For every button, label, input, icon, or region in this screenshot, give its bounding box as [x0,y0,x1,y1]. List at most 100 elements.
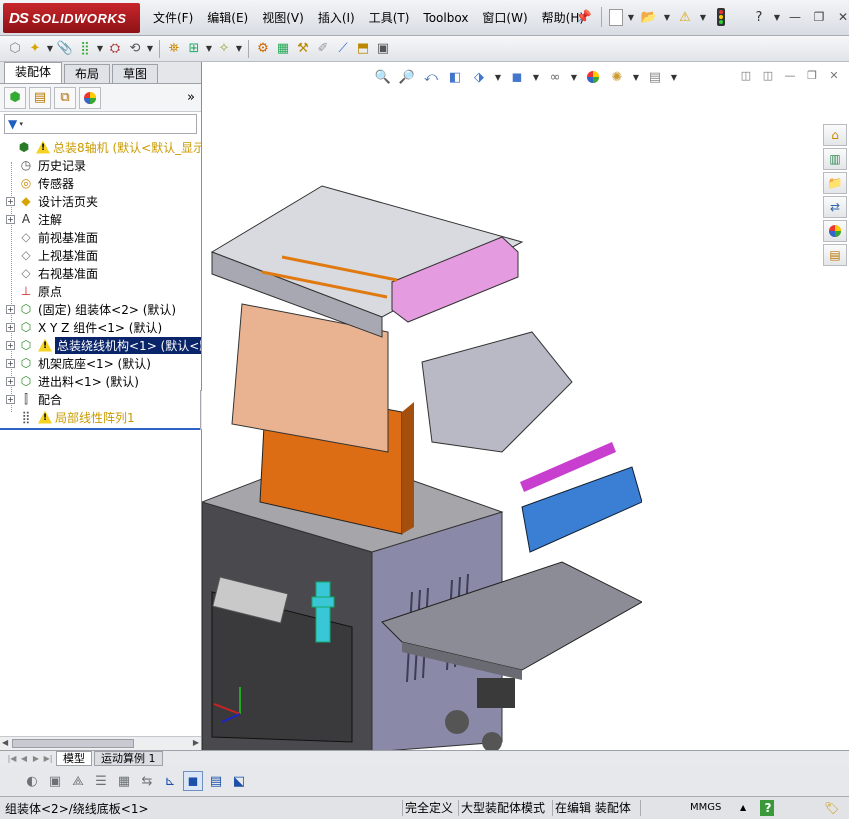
doc-restore-icon[interactable]: ❐ [805,69,819,82]
bill-of-materials-icon[interactable]: ▦ [274,40,292,58]
more-tabs-icon[interactable]: » [187,90,195,105]
caret-icon[interactable]: ▼ [96,44,104,53]
first-tab-icon[interactable]: |◀ [6,753,18,765]
caret-icon[interactable]: ▼ [632,73,640,82]
expand-icon[interactable]: + [6,196,15,206]
traffic-light-icon[interactable] [711,7,731,27]
grid-view-icon[interactable]: ▤ [206,771,226,791]
status-units-caret-icon[interactable]: ▲ [738,800,746,816]
reference-geometry-icon[interactable]: ✧ [215,40,233,58]
hidden-lines-icon[interactable]: ▣ [45,771,65,791]
move-component-icon[interactable]: ⟲ [126,40,144,58]
zoom-to-fit-icon[interactable]: 🔍 [374,68,392,86]
menu-toolbox[interactable]: Toolbox [416,9,475,27]
tree-node[interactable]: + ⬡! 总装绕线机构<1> (默认<默 [0,336,201,354]
status-tag-icon[interactable]: 🏷 [822,800,839,816]
open-folder-icon[interactable]: 📂 [639,7,659,27]
menu-insert[interactable]: 插入(I) [311,9,362,27]
new-part-icon[interactable]: ✦ [26,40,44,58]
appearances-icon[interactable] [823,220,847,242]
expand-icon[interactable]: + [6,376,15,386]
scroll-thumb[interactable] [12,739,134,748]
split-icon[interactable]: ⇆ [137,771,157,791]
next-tab-icon[interactable]: ▶ [30,753,42,765]
feature-manager-icon[interactable]: ⬢ [4,86,26,109]
tree-node[interactable]: ⊥ 原点 [0,282,201,300]
tree-node[interactable]: ◷ 历史记录 [0,156,201,174]
property-manager-icon[interactable]: ▤ [29,86,51,109]
tree-node[interactable]: ◇ 上视基准面 [0,246,201,264]
search-icon[interactable]: ⇄ [823,196,847,218]
axes-icon[interactable]: ⊾ [160,771,180,791]
open-dropdown-icon[interactable]: ▼ [663,13,671,22]
exploded-view-icon[interactable]: ⚒ [294,40,312,58]
expand-icon[interactable]: + [6,394,15,404]
caret-icon[interactable]: ▼ [670,73,678,82]
menu-window[interactable]: 窗口(W) [475,9,534,27]
filter-icon[interactable]: ▼ [8,117,17,131]
custom-properties-icon[interactable]: ▤ [823,244,847,266]
instant3d-icon[interactable]: ⬒ [354,40,372,58]
help-icon[interactable]: ? [749,7,769,27]
rollback-bar[interactable] [0,428,200,430]
expand-icon[interactable]: + [6,358,15,368]
expand-icon[interactable]: + [6,214,15,224]
hole-alignment-icon[interactable]: ▣ [374,40,392,58]
home-icon[interactable]: ⌂ [823,124,847,146]
zoom-to-area-icon[interactable]: 🔎 [398,68,416,86]
machine-model[interactable] [202,122,642,752]
show-hidden-icon[interactable]: ⛯ [165,40,183,58]
caret-icon[interactable]: ▼ [146,44,154,53]
section-icon[interactable]: ⬕ [229,771,249,791]
section-view-icon[interactable]: ◧ [446,68,464,86]
rebuild-dropdown-icon[interactable]: ▼ [699,13,707,22]
caret-icon[interactable]: ▼ [235,44,243,53]
linear-pattern-icon[interactable]: ⣿ [76,40,94,58]
tree-node[interactable]: + ⬡ X Y Z 组件<1> (默认) [0,318,201,336]
tree-node[interactable]: ◇ 前视基准面 [0,228,201,246]
help-dropdown-icon[interactable]: ▼ [773,13,781,22]
graphics-area[interactable]: 🔍 🔎 ⤺ ◧ ⬗ ▼ ◼ ▼ ∞ ▼ ✺ ▼ ▤ ▼ ◫ ◫ — ❐ ✕ ⌂ … [202,62,849,752]
rebuild-warning-icon[interactable]: ⚠ [675,7,695,27]
prev-tab-icon[interactable]: ◀ [18,753,30,765]
insert-component-icon[interactable]: ⬡ [6,40,24,58]
apply-scene-icon[interactable]: ✺ [608,68,626,86]
view-orientation-icon[interactable]: ⬗ [470,68,488,86]
tab-sketch[interactable]: 草图 [112,64,159,83]
assembly-features-icon[interactable]: ⊞ [185,40,203,58]
filter-dropdown-icon[interactable]: ▾ [17,120,25,128]
close-icon[interactable]: ✕ [833,8,849,26]
table-icon[interactable]: ▦ [114,771,134,791]
menu-edit[interactable]: 编辑(E) [200,9,255,27]
explode-line-sketch-icon[interactable]: ✐ [314,40,332,58]
new-dropdown-icon[interactable]: ▼ [627,13,635,22]
tab-assembly[interactable]: 装配体 [4,62,63,83]
pin-icon[interactable]: 📌 [574,7,594,27]
shaded-icon[interactable]: ◐ [22,771,42,791]
tile-right-icon[interactable]: ◫ [761,69,775,82]
status-help-icon[interactable]: ? [760,800,774,816]
caret-icon[interactable]: ▼ [570,73,578,82]
restore-icon[interactable]: ❐ [809,8,829,26]
hide-show-items-icon[interactable]: ∞ [546,68,564,86]
lines-icon[interactable]: ☰ [91,771,111,791]
expand-icon[interactable]: + [6,304,15,314]
tree-node[interactable]: + ◆ 设计活页夹 [0,192,201,210]
cube-view-icon[interactable]: ◼ [183,771,203,791]
tree-node[interactable]: ⬢! 总装8轴机 (默认<默认_显示 [0,138,201,156]
tree-node[interactable]: + ⬡ 机架底座<1> (默认) [0,354,201,372]
view-settings-icon[interactable]: ▤ [646,68,664,86]
expand-icon[interactable]: + [6,322,15,332]
scroll-left-icon[interactable]: ◀ [2,738,8,747]
interference-detection-icon[interactable]: ⟋ [334,40,352,58]
caret-icon[interactable]: ▼ [494,73,502,82]
tile-left-icon[interactable]: ◫ [739,69,753,82]
tab-layout[interactable]: 布局 [64,64,111,83]
tree-filter[interactable]: ▼ ▾ [4,114,197,134]
scroll-right-icon[interactable]: ▶ [193,738,199,747]
solidworks-logo[interactable]: DS SOLIDWORKS [3,3,140,33]
previous-view-icon[interactable]: ⤺ [422,68,440,86]
caret-icon[interactable]: ▼ [532,73,540,82]
wireframe-icon[interactable]: ⟁ [68,771,88,791]
file-explorer-icon[interactable]: 📁 [823,172,847,194]
